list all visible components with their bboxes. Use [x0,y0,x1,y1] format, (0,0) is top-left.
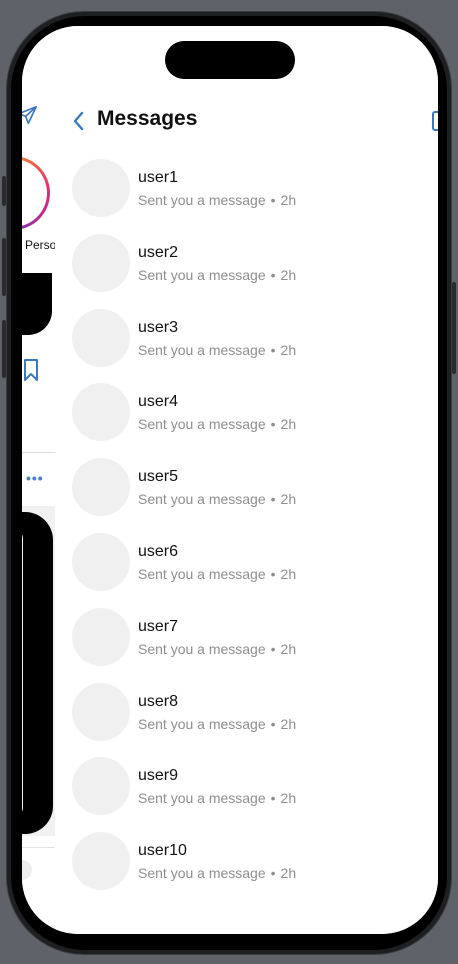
post-image-dark-2 [22,512,53,834]
message-preview-line: Sent you a message • 2h [138,342,296,358]
avatar[interactable] [72,607,130,666]
conversation-row-user1[interactable]: user1 Sent you a message • 2h [55,159,438,234]
more-icon[interactable]: ••• [26,470,44,486]
message-preview-line: Sent you a message • 2h [138,790,296,806]
feed-divider [22,452,55,453]
message-preview: Sent you a message [138,491,266,508]
avatar[interactable] [72,757,130,816]
conversation-row-user7[interactable]: user7 Sent you a message • 2h [55,607,438,683]
message-preview: Sent you a message [138,790,266,807]
avatar[interactable] [72,458,130,517]
story-avatar-ring[interactable] [22,156,50,230]
separator-dot: • [270,341,276,358]
action-button [2,176,6,206]
avatar[interactable] [72,159,130,217]
separator-dot: • [270,715,276,732]
messages-panel: Messages user1 Sent you a message • 2h use… [55,26,438,934]
compose-icon[interactable] [432,111,438,131]
username: user10 [138,842,187,860]
avatar[interactable] [72,682,130,741]
message-preview-line: Sent you a message • 2h [138,491,296,507]
message-preview: Sent you a message [138,715,266,732]
timestamp: 2h [280,416,297,433]
avatar[interactable] [72,532,130,591]
timestamp: 2h [280,341,297,358]
page-title: Messages [97,107,198,130]
message-preview: Sent you a message [138,341,266,358]
username: user8 [138,692,179,710]
conversation-row-user8[interactable]: user8 Sent you a message • 2h [55,682,438,758]
message-preview: Sent you a message [138,192,266,208]
bookmark-icon[interactable] [23,358,39,382]
timestamp: 2h [280,565,297,582]
separator-dot: • [270,192,276,208]
post-image-dark [22,273,52,335]
separator-dot: • [270,266,276,283]
message-preview-line: Sent you a message • 2h [138,192,296,208]
small-avatar[interactable] [22,860,32,880]
send-icon[interactable] [22,104,38,126]
dynamic-island [165,41,295,79]
timestamp: 2h [280,640,297,657]
timestamp: 2h [280,715,297,732]
message-preview: Sent you a message [138,640,266,657]
conversation-list: user1 Sent you a message • 2h user2 Sent y… [55,159,438,907]
message-preview-line: Sent you a message • 2h [138,716,296,732]
avatar[interactable] [72,383,130,442]
timestamp: 2h [280,865,297,882]
post-image-inner [22,532,23,814]
chevron-left-icon[interactable] [71,110,87,132]
separator-dot: • [270,416,276,433]
timestamp: 2h [280,192,297,208]
separator-dot: • [270,865,276,882]
conversation-row-user5[interactable]: user5 Sent you a message • 2h [55,458,438,533]
separator-dot: • [270,790,276,807]
underlying-feed: Perso ••• [22,26,55,934]
messages-header: Messages [55,104,438,138]
separator-dot: • [270,491,276,508]
story-label: Perso [25,238,55,252]
username: user6 [138,542,179,560]
username: user7 [138,617,179,635]
conversation-row-user3[interactable]: user3 Sent you a message • 2h [55,308,438,384]
volume-up-button [2,238,6,296]
power-button [452,282,456,374]
conversation-row-user9[interactable]: user9 Sent you a message • 2h [55,757,438,832]
separator-dot: • [270,565,276,582]
conversation-row-user2[interactable]: user2 Sent you a message • 2h [55,233,438,309]
message-preview-line: Sent you a message • 2h [138,641,296,657]
message-preview-line: Sent you a message • 2h [138,865,296,881]
timestamp: 2h [280,491,297,508]
avatar[interactable] [72,233,130,292]
message-preview: Sent you a message [138,565,266,582]
username: user2 [138,243,179,261]
message-preview: Sent you a message [138,416,266,433]
screen: Perso ••• Messages user1 Sent you a mess… [22,26,438,934]
volume-down-button [2,320,6,378]
message-preview: Sent you a message [138,865,266,882]
message-preview-line: Sent you a message • 2h [138,416,296,432]
conversation-row-user6[interactable]: user6 Sent you a message • 2h [55,532,438,608]
avatar[interactable] [72,832,130,891]
username: user1 [138,169,179,186]
username: user3 [138,318,179,336]
conversation-row-user10[interactable]: user10 Sent you a message • 2h [55,832,438,907]
timestamp: 2h [280,790,297,807]
conversation-row-user4[interactable]: user4 Sent you a message • 2h [55,383,438,458]
separator-dot: • [270,640,276,657]
timestamp: 2h [280,266,297,283]
username: user4 [138,393,179,411]
message-preview-line: Sent you a message • 2h [138,267,296,283]
username: user5 [138,468,179,486]
avatar[interactable] [72,308,130,367]
feed-divider-2 [22,847,55,848]
message-preview: Sent you a message [138,266,266,283]
message-preview-line: Sent you a message • 2h [138,566,296,582]
username: user9 [138,767,179,785]
